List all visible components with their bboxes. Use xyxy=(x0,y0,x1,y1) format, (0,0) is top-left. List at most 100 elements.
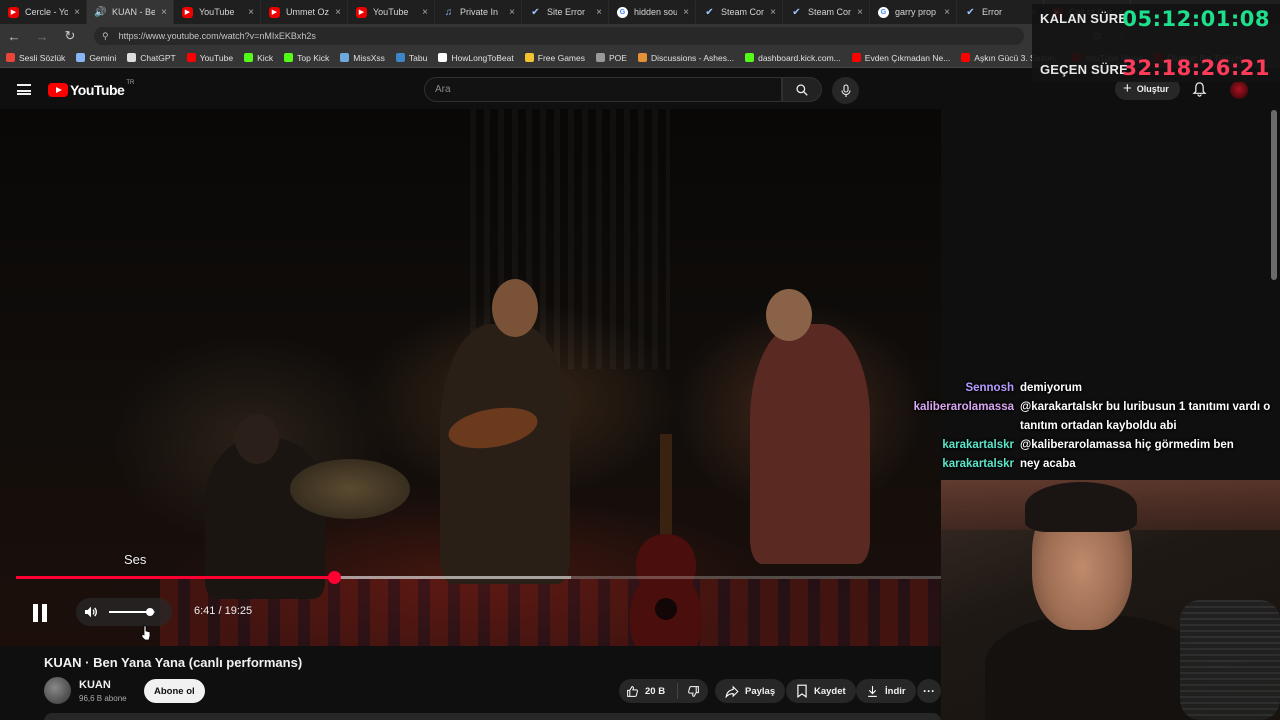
close-tab-icon[interactable]: × xyxy=(72,7,82,18)
save-button[interactable]: Kaydet xyxy=(786,679,856,703)
bookmark-favicon-icon xyxy=(76,53,86,62)
description-box[interactable] xyxy=(44,713,941,720)
bookmark-item[interactable]: YouTube xyxy=(186,53,233,63)
pause-button[interactable] xyxy=(32,604,48,622)
progress-bar[interactable] xyxy=(16,571,941,584)
browser-tab[interactable]: ▶ YouTube × xyxy=(174,0,261,24)
close-tab-icon[interactable]: × xyxy=(855,7,865,18)
close-tab-icon[interactable]: × xyxy=(768,7,778,18)
bookmark-label: Discussions - Ashes... xyxy=(650,52,735,63)
video-player[interactable]: Ses 6:41 / 19:25 xyxy=(0,109,941,646)
streamer-body xyxy=(985,615,1205,720)
volume-control xyxy=(76,598,172,626)
bookmark-item[interactable]: Gemini xyxy=(76,53,116,63)
bookmark-favicon-icon xyxy=(186,53,196,62)
microphone-icon xyxy=(840,83,851,97)
close-tab-icon[interactable]: × xyxy=(681,7,691,18)
page-scrollbar[interactable] xyxy=(1271,110,1277,280)
download-button[interactable]: İndir xyxy=(856,679,916,703)
browser-tab-title: Steam Comm xyxy=(721,7,764,17)
volume-knob[interactable] xyxy=(146,608,155,616)
browser-tab[interactable]: ▶ Ummet Ozcan × xyxy=(261,0,348,24)
chat-message-text: ney acaba xyxy=(1020,457,1076,470)
bookmark-favicon-icon xyxy=(524,53,534,62)
bookmark-item[interactable]: Free Games xyxy=(524,53,585,63)
browser-tab[interactable]: ▶ Cercle - YouTube × xyxy=(0,0,87,24)
channel-avatar[interactable] xyxy=(44,677,71,704)
browser-tab[interactable]: ✔Error× xyxy=(957,0,1044,24)
address-bar[interactable]: ⚲ https://www.youtube.com/watch?v=nMIxEK… xyxy=(94,27,1024,45)
close-tab-icon[interactable]: × xyxy=(420,7,430,18)
chat-message: karakartalskr @kaliberarolamassa hiç görm… xyxy=(900,435,1280,454)
bookmark-item[interactable]: POE xyxy=(596,53,627,63)
search-input[interactable] xyxy=(425,78,781,101)
dislike-button[interactable] xyxy=(678,685,708,698)
share-button[interactable]: Paylaş xyxy=(715,679,786,703)
menu-icon[interactable] xyxy=(17,84,31,95)
youtube-icon: ▶ xyxy=(182,6,193,18)
bookmark-item[interactable]: dashboard.kick.com... xyxy=(745,53,841,63)
search-button[interactable] xyxy=(782,77,822,102)
speaker-icon: 🔊 xyxy=(94,6,107,18)
bookmark-item[interactable]: Kick xyxy=(244,53,273,63)
close-tab-icon[interactable]: × xyxy=(159,7,169,18)
account-avatar[interactable] xyxy=(1230,81,1248,99)
close-tab-icon[interactable]: × xyxy=(333,7,343,18)
subscribe-button[interactable]: Abone ol xyxy=(144,679,205,703)
notifications-button[interactable] xyxy=(1192,81,1207,102)
bookmark-icon xyxy=(797,684,807,698)
channel-name[interactable]: KUAN xyxy=(79,679,111,691)
browser-tab[interactable]: ✔ Steam Comm × xyxy=(783,0,870,24)
more-actions-button[interactable]: ··· xyxy=(917,679,941,703)
like-button[interactable]: 20 B xyxy=(619,683,678,699)
volume-slider[interactable] xyxy=(109,608,155,616)
bookmark-item[interactable]: MissXss xyxy=(340,53,385,63)
voice-search-button[interactable] xyxy=(832,77,859,104)
bookmark-item[interactable]: Top Kick xyxy=(284,53,329,63)
browser-tab[interactable]: ✔ Site Error × xyxy=(522,0,609,24)
bookmark-label: Kick xyxy=(257,52,274,63)
forward-button[interactable]: → xyxy=(28,29,56,44)
like-dislike-group: 20 B xyxy=(619,679,708,703)
youtube-logo[interactable]: YouTube TR xyxy=(48,80,135,98)
browser-tab-title: Steam Comm xyxy=(808,7,851,17)
browser-tab[interactable]: ✔ Steam Comm × xyxy=(696,0,783,24)
time-display: 6:41 / 19:25 xyxy=(194,605,253,617)
stream-timer-overlay: KALAN SÜRE 05:12:01:08 GEÇEN SÜRE 32:18:… xyxy=(1032,4,1280,82)
bookmark-item[interactable]: HowLongToBeat xyxy=(438,53,514,63)
close-tab-icon[interactable]: × xyxy=(507,7,517,18)
site-info-icon[interactable]: ⚲ xyxy=(102,31,109,42)
subscriber-count: 96,6 B abone xyxy=(79,694,127,703)
browser-tab[interactable]: ♫ Private In × xyxy=(435,0,522,24)
chat-message: kaliberarolamassa @karakartalskr bu lurib… xyxy=(900,397,1280,416)
close-tab-icon[interactable]: × xyxy=(594,7,604,18)
hang-drum xyxy=(290,459,410,519)
browser-tab[interactable]: Ghidden source × xyxy=(609,0,696,24)
browser-tab[interactable]: Ggarry prop h × xyxy=(870,0,957,24)
google-icon: G xyxy=(617,6,628,18)
download-label: İndir xyxy=(885,685,906,697)
reload-button[interactable]: ↻ xyxy=(56,28,84,44)
musician-right-head xyxy=(766,289,812,341)
close-tab-icon[interactable]: × xyxy=(942,7,952,18)
volume-tooltip: Ses xyxy=(124,552,147,567)
bookmark-label: MissXss xyxy=(353,52,385,63)
bookmark-item[interactable]: Evden Çıkmadan Ne... xyxy=(851,53,950,63)
browser-tab[interactable]: 🔊 KUAN - Ben Yana Yana × xyxy=(87,0,174,24)
back-button[interactable]: ← xyxy=(0,29,28,44)
bookmark-item[interactable]: Discussions - Ashes... xyxy=(637,52,735,63)
remaining-time-value: 05:12:01:08 xyxy=(1122,7,1270,31)
close-tab-icon[interactable]: × xyxy=(246,7,256,18)
steam-icon: ✔ xyxy=(531,6,540,18)
volume-icon[interactable] xyxy=(83,604,99,620)
musician-center xyxy=(440,324,570,584)
volume-level xyxy=(109,611,151,613)
browser-tab-title: Ummet Ozcan xyxy=(286,7,329,17)
bookmark-item[interactable]: Tabu xyxy=(395,53,427,63)
country-code: TR xyxy=(126,80,135,86)
steam-icon: ✔ xyxy=(966,6,975,18)
bookmark-item[interactable]: Sesli Sözlük xyxy=(6,53,65,63)
browser-tab[interactable]: ▶ YouTube × xyxy=(348,0,435,24)
bookmark-item[interactable]: ChatGPT xyxy=(127,53,176,63)
youtube-icon: ▶ xyxy=(356,6,367,18)
